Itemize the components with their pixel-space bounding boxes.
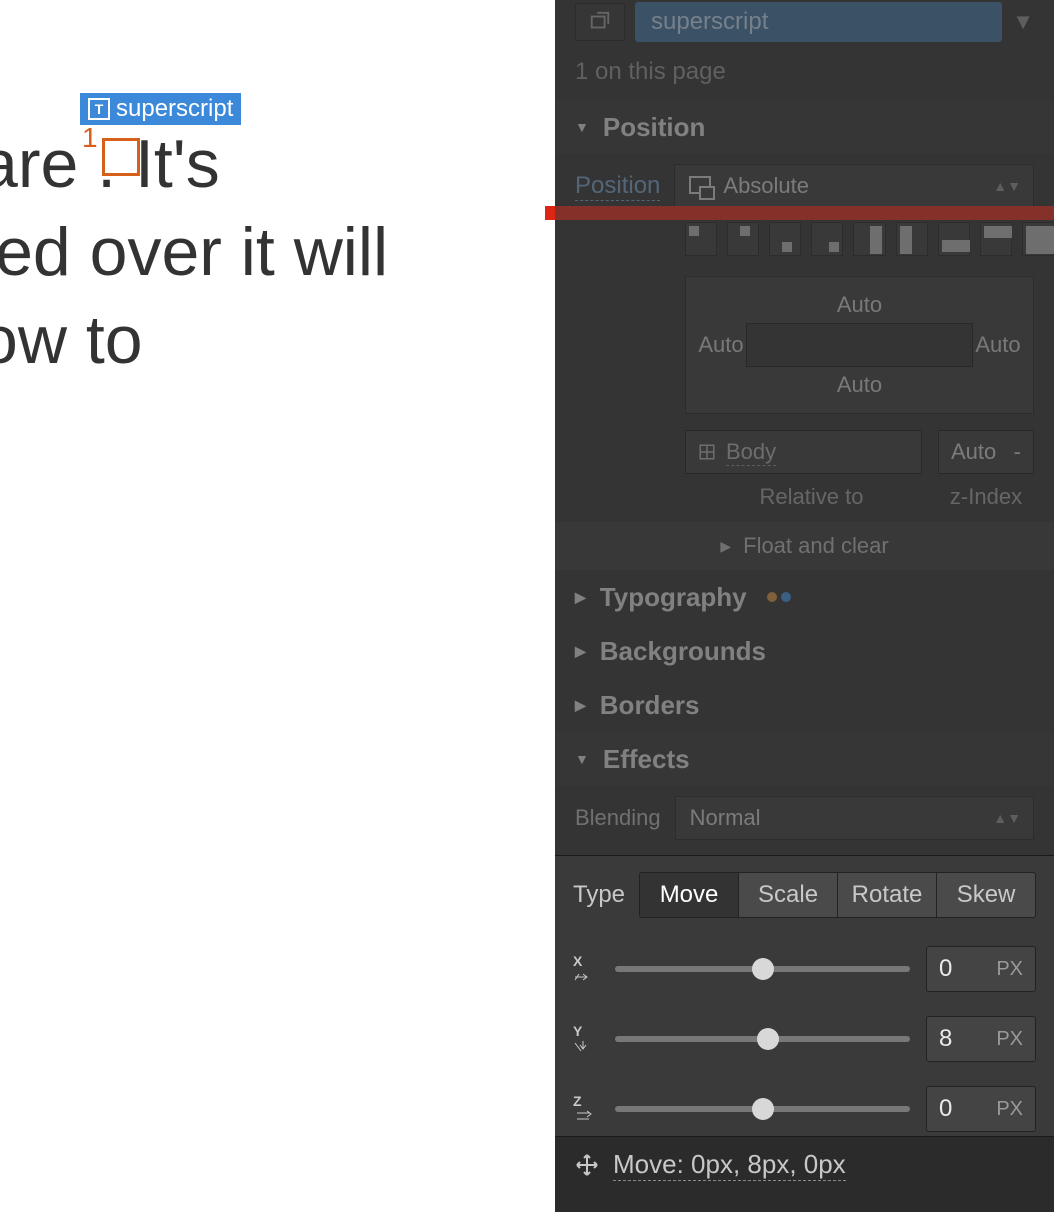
anchor-left-full[interactable] xyxy=(896,222,928,256)
x-axis-icon: X xyxy=(573,953,599,985)
canvas-area: are . It's led over it will ow to T supe… xyxy=(0,0,555,1212)
text-line-2: led over it will xyxy=(0,214,388,290)
offset-right[interactable]: Auto xyxy=(975,332,1020,358)
transform-panel: Type Move Scale Rotate Skew X 0PX Y 8PX … xyxy=(555,855,1054,1144)
anchor-full[interactable] xyxy=(1022,222,1054,256)
transform-summary-text: Move: 0px, 8px, 0px xyxy=(613,1149,846,1181)
chevron-down-icon[interactable]: ▼ xyxy=(1012,9,1034,35)
position-label: Position xyxy=(575,172,660,201)
blending-row: Blending Normal ▲▼ xyxy=(555,786,1054,850)
anchor-bottom-right[interactable] xyxy=(811,222,843,256)
selector-target-icon[interactable] xyxy=(575,3,625,41)
position-section-header[interactable]: ▼ Position xyxy=(555,100,1054,154)
anchor-top-left[interactable] xyxy=(685,222,717,256)
tab-move[interactable]: Move xyxy=(640,873,738,917)
offset-top[interactable]: Auto xyxy=(837,292,882,318)
transform-type-segment: Move Scale Rotate Skew xyxy=(639,872,1036,918)
selection-label[interactable]: T superscript xyxy=(80,93,241,125)
chevron-right-icon: ▶ xyxy=(720,538,731,555)
zindex-input[interactable]: Auto - xyxy=(938,430,1034,474)
chevron-right-icon: ▶ xyxy=(575,589,586,606)
override-indicator-icon xyxy=(767,592,791,602)
z-axis-icon: Z xyxy=(573,1093,599,1126)
move-x-row: X 0PX xyxy=(555,934,1054,1004)
chevron-right-icon: ▶ xyxy=(575,697,586,714)
selector-count: 1 on this page xyxy=(555,44,1054,100)
body-text: are . It's led over it will ow to xyxy=(0,120,388,384)
move-y-slider[interactable] xyxy=(615,1036,910,1042)
chevron-down-icon: ▼ xyxy=(575,751,589,767)
selector-row: superscript ▼ xyxy=(555,0,1054,44)
transform-summary-row[interactable]: Move: 0px, 8px, 0px xyxy=(555,1136,1054,1193)
move-z-slider[interactable] xyxy=(615,1106,910,1112)
offset-left[interactable]: Auto xyxy=(698,332,743,358)
body-icon xyxy=(698,443,716,461)
move-icon xyxy=(575,1153,599,1177)
move-y-row: Y 8PX xyxy=(555,1004,1054,1074)
anchor-right-full[interactable] xyxy=(853,222,885,256)
chevron-updown-icon: ▲▼ xyxy=(993,178,1021,194)
tab-scale[interactable]: Scale xyxy=(738,873,837,917)
type-label: Type xyxy=(573,881,625,909)
anchor-top[interactable] xyxy=(727,222,759,256)
text-line-3: ow to xyxy=(0,302,143,378)
y-axis-icon: Y xyxy=(573,1023,599,1056)
anchor-top-full[interactable] xyxy=(980,222,1012,256)
transform-type-row: Type Move Scale Rotate Skew xyxy=(555,856,1054,934)
move-x-slider[interactable] xyxy=(615,966,910,972)
move-x-input[interactable]: 0PX xyxy=(926,946,1036,992)
anchor-preset-row xyxy=(555,218,1054,266)
move-z-row: Z 0PX xyxy=(555,1074,1054,1144)
chevron-right-icon: ▶ xyxy=(575,643,586,660)
anchor-bottom[interactable] xyxy=(769,222,801,256)
backgrounds-section-header[interactable]: ▶ Backgrounds xyxy=(555,624,1054,678)
offset-bottom[interactable]: Auto xyxy=(837,372,882,398)
chevron-updown-icon: ▲▼ xyxy=(993,810,1021,826)
absolute-icon xyxy=(689,174,713,198)
style-panel: superscript ▼ 1 on this page ▼ Position … xyxy=(555,0,1054,1212)
selection-class-name: superscript xyxy=(116,95,233,123)
typography-section-header[interactable]: ▶ Typography xyxy=(555,570,1054,624)
borders-section-header[interactable]: ▶ Borders xyxy=(555,678,1054,732)
selected-element-outline[interactable] xyxy=(102,138,140,176)
relative-to-row: Body Auto - xyxy=(555,424,1054,480)
effects-section-header[interactable]: ▼ Effects xyxy=(555,732,1054,786)
blending-label: Blending xyxy=(575,805,661,831)
blending-select[interactable]: Normal ▲▼ xyxy=(675,796,1034,840)
text-element-icon: T xyxy=(88,98,110,120)
offset-center-input[interactable] xyxy=(746,323,973,367)
move-y-input[interactable]: 8PX xyxy=(926,1016,1036,1062)
tab-skew[interactable]: Skew xyxy=(936,873,1035,917)
relative-labels: Relative to z-Index xyxy=(555,480,1054,522)
float-clear-toggle[interactable]: ▶ Float and clear xyxy=(555,522,1054,570)
relative-to-select[interactable]: Body xyxy=(685,430,922,474)
offset-box: Auto Auto Auto Auto xyxy=(685,276,1034,414)
superscript-text: 1 xyxy=(82,122,98,154)
class-tag[interactable]: superscript xyxy=(635,2,1002,42)
position-select[interactable]: Absolute ▲▼ xyxy=(674,164,1034,208)
move-z-input[interactable]: 0PX xyxy=(926,1086,1036,1132)
anchor-bottom-full[interactable] xyxy=(938,222,970,256)
chevron-down-icon: ▼ xyxy=(575,119,589,135)
annotation-highlight-line xyxy=(545,206,1054,220)
tab-rotate[interactable]: Rotate xyxy=(837,873,936,917)
